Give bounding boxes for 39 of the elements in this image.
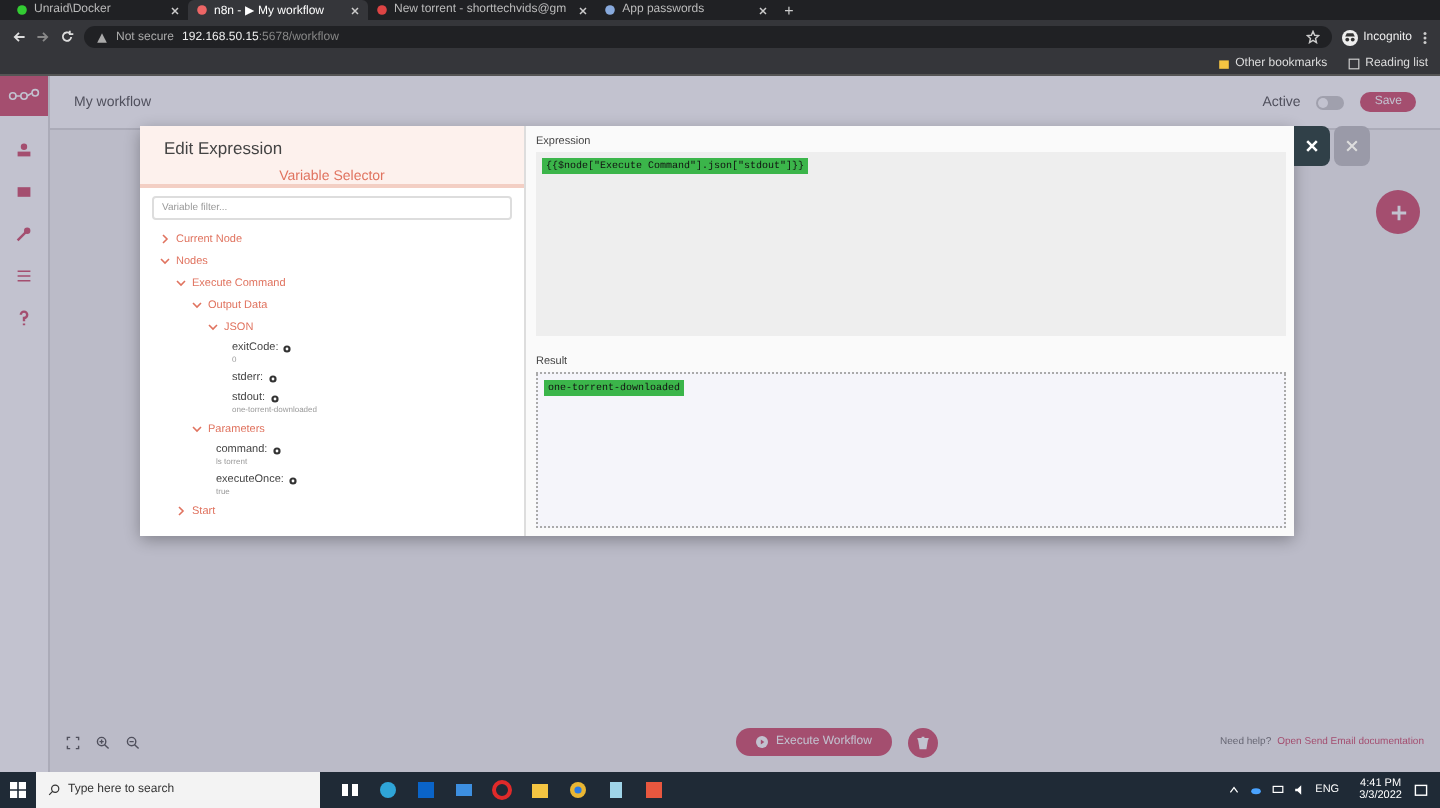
incognito-icon <box>1341 29 1358 45</box>
more-icon[interactable] <box>1422 29 1428 45</box>
page-icon <box>196 4 208 16</box>
logo-icon[interactable] <box>0 76 48 116</box>
reload-icon[interactable] <box>60 30 74 44</box>
fullscreen-icon[interactable] <box>66 735 80 749</box>
page-icon <box>604 4 617 16</box>
delete-button[interactable] <box>907 727 938 757</box>
forward-arrow-icon[interactable] <box>36 30 50 44</box>
close-icon[interactable] <box>578 5 589 15</box>
back-arrow-icon[interactable] <box>12 30 26 44</box>
star-icon[interactable] <box>1305 30 1320 44</box>
play-icon <box>756 736 768 748</box>
close-icon[interactable] <box>758 5 769 15</box>
new-tab-button[interactable]: + <box>776 1 802 19</box>
search-icon <box>48 784 60 796</box>
page-icon <box>16 4 28 16</box>
close-icon[interactable] <box>170 5 180 15</box>
task-view-icon[interactable] <box>340 780 360 800</box>
key-icon[interactable] <box>16 226 32 242</box>
folder-icon[interactable] <box>530 780 550 800</box>
plus-icon <box>1389 203 1407 221</box>
close-icon <box>1304 138 1320 154</box>
trash-icon <box>915 735 930 749</box>
zoom-in-icon[interactable] <box>96 735 110 749</box>
close-icon <box>1344 138 1360 154</box>
active-toggle[interactable] <box>1316 95 1345 109</box>
close-button[interactable] <box>1294 126 1330 166</box>
zoom-out-icon[interactable] <box>126 735 140 749</box>
help-icon[interactable] <box>16 310 32 326</box>
speaker-icon[interactable] <box>1293 784 1306 796</box>
chevron-up-icon[interactable] <box>1227 784 1240 796</box>
add-node-button[interactable] <box>1376 190 1420 234</box>
folder-icon <box>1217 58 1230 70</box>
windows-logo-icon[interactable] <box>10 782 26 798</box>
warning-icon <box>96 31 108 43</box>
dialog-title: Edit Expression <box>164 138 285 158</box>
close-icon[interactable] <box>350 5 360 15</box>
page-icon <box>376 4 388 16</box>
